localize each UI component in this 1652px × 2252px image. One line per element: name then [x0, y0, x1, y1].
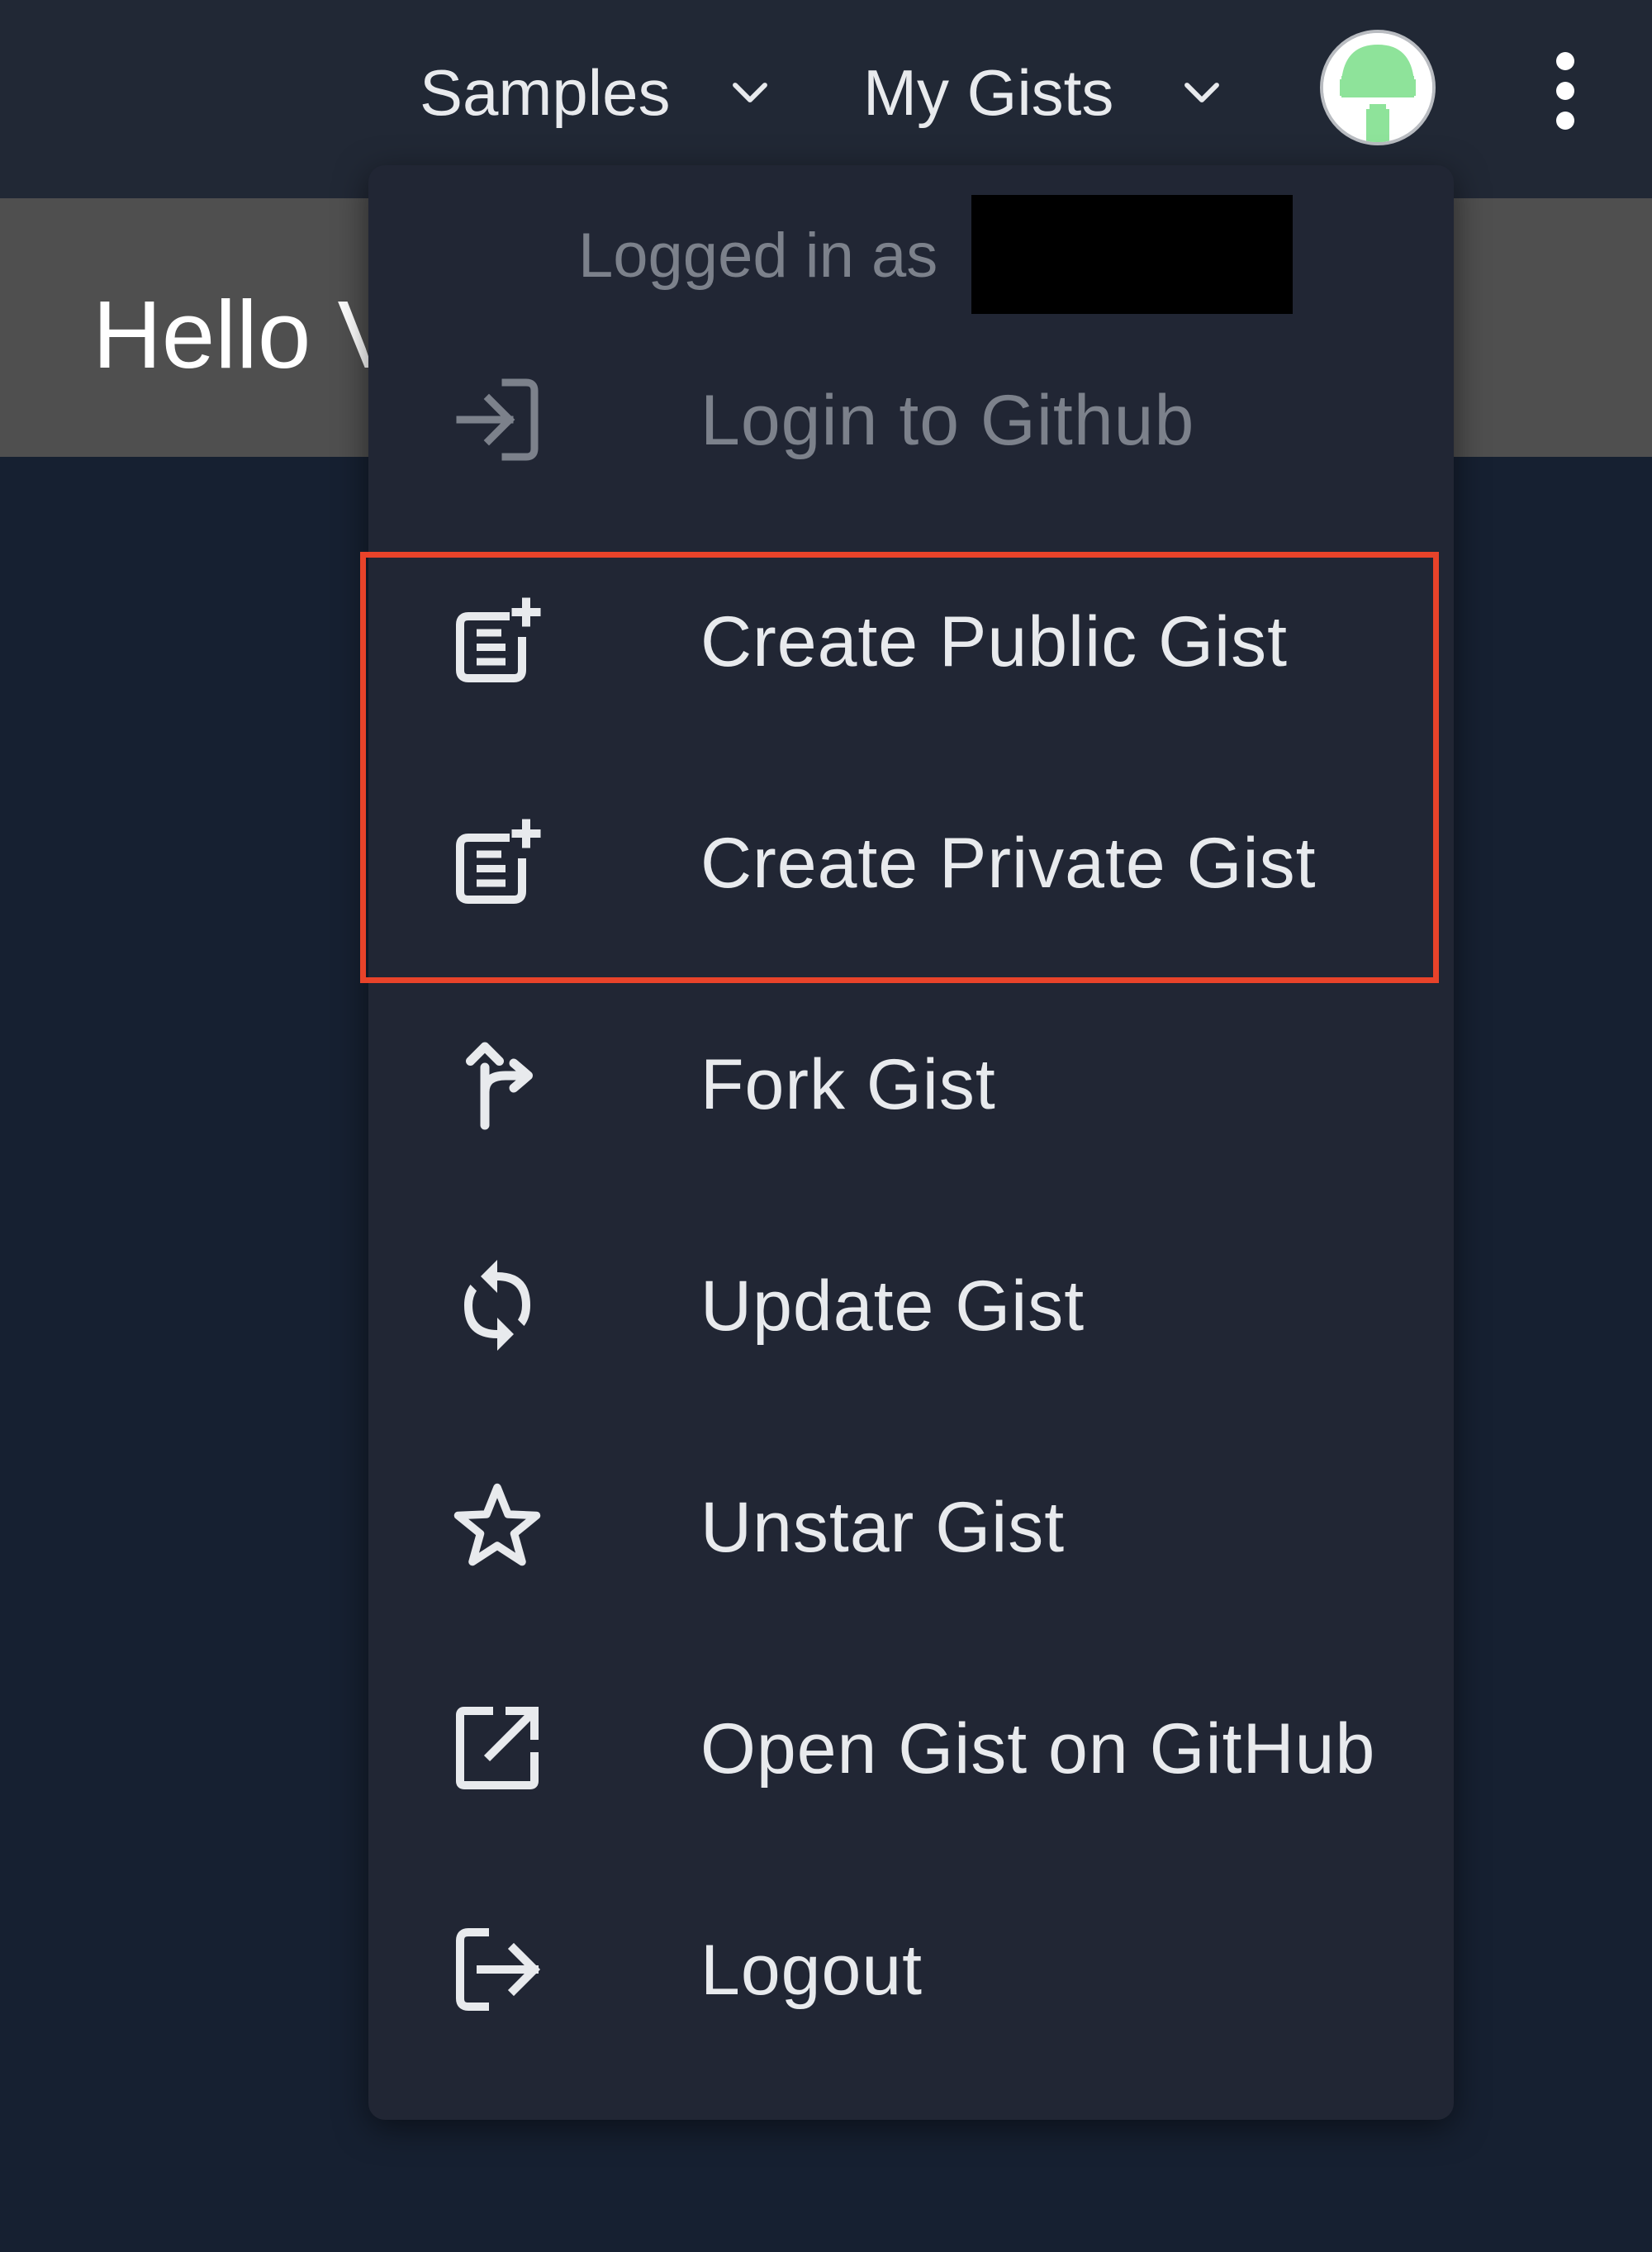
- my-gists-label: My Gists: [863, 55, 1114, 129]
- menu-item-label: Open Gist on GitHub: [700, 1709, 1376, 1789]
- post-add-icon: [456, 597, 541, 682]
- login-icon: [456, 378, 539, 461]
- editor-title: Hello V: [93, 281, 401, 388]
- account-menu: Logged in as Login to Github Create Publ…: [368, 165, 1454, 2120]
- samples-label: Samples: [420, 55, 671, 129]
- menu-item-label: Login to Github: [700, 381, 1195, 460]
- menu-item-create-private-gist[interactable]: Create Private Gist: [368, 752, 1454, 973]
- redacted-username: [971, 195, 1293, 314]
- more-options-button[interactable]: [1536, 46, 1594, 137]
- menu-item-label: Create Private Gist: [700, 824, 1317, 903]
- sync-icon: [464, 1260, 530, 1351]
- more-vert-icon: [1556, 52, 1574, 130]
- chevron-down-icon: [1184, 83, 1220, 102]
- my-gists-dropdown[interactable]: My Gists: [863, 51, 1224, 134]
- identicon-icon: [1323, 33, 1432, 142]
- star-outline-icon: [453, 1483, 541, 1566]
- menu-item-label: Create Public Gist: [700, 602, 1289, 682]
- menu-item-label: Update Gist: [700, 1266, 1085, 1346]
- open-in-new-icon: [456, 1707, 539, 1789]
- logout-icon: [456, 1928, 541, 2011]
- menu-item-create-public-gist[interactable]: Create Public Gist: [368, 530, 1454, 752]
- menu-item-logout[interactable]: Logout: [368, 1859, 1454, 2080]
- menu-item-label: Fork Gist: [700, 1045, 996, 1124]
- menu-item-login[interactable]: Login to Github: [368, 309, 1454, 530]
- chevron-down-icon: [733, 83, 768, 102]
- menu-item-label: Logout: [700, 1931, 923, 2010]
- user-avatar[interactable]: [1320, 30, 1436, 145]
- logged-in-label: Logged in as: [578, 221, 938, 291]
- menu-item-update-gist[interactable]: Update Gist: [368, 1195, 1454, 1416]
- post-add-icon: [456, 819, 541, 904]
- menu-item-fork-gist[interactable]: Fork Gist: [368, 973, 1454, 1195]
- menu-item-open-gist-on-github[interactable]: Open Gist on GitHub: [368, 1637, 1454, 1859]
- samples-dropdown[interactable]: Samples: [420, 51, 772, 134]
- fork-icon: [466, 1042, 533, 1130]
- menu-item-unstar-gist[interactable]: Unstar Gist: [368, 1416, 1454, 1637]
- menu-item-label: Unstar Gist: [700, 1488, 1066, 1567]
